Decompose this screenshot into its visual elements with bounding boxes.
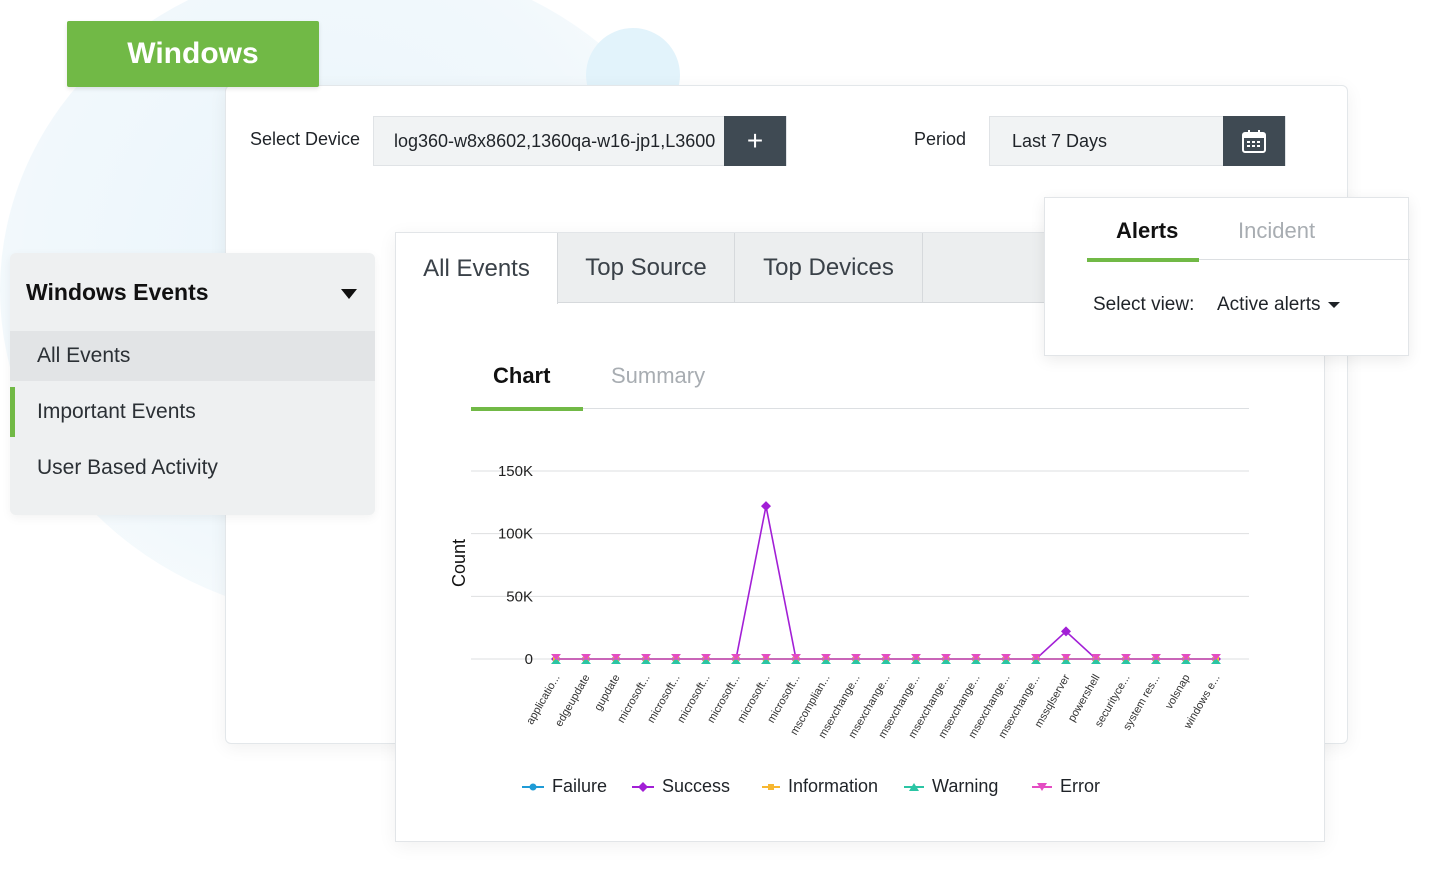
y-tick-label: 150K — [498, 463, 533, 480]
caret-down-icon — [1328, 301, 1341, 308]
y-axis-label: Count — [449, 539, 469, 587]
sidebar-item-all-events[interactable]: All Events — [10, 331, 375, 381]
y-tick-label: 0 — [525, 651, 533, 668]
tab-incident[interactable]: Incident — [1238, 218, 1315, 244]
legend-failure[interactable]: Failure — [522, 776, 607, 797]
period-selector[interactable]: Last 7 Days — [989, 116, 1286, 166]
windows-badge: Windows — [67, 21, 319, 87]
legend-label: Success — [662, 776, 731, 796]
legend-success-marker — [632, 781, 654, 792]
select-view-dropdown[interactable]: Active alerts — [1217, 294, 1341, 316]
data-point — [761, 501, 771, 512]
alerts-tab-active-indicator — [1087, 258, 1199, 262]
tab-alerts[interactable]: Alerts — [1116, 218, 1178, 244]
sidebar-item-user-based-activity[interactable]: User Based Activity — [10, 443, 375, 493]
period-value[interactable]: Last 7 Days — [990, 131, 1223, 152]
legend-error[interactable]: Error — [1032, 776, 1100, 797]
device-selector[interactable]: log360-w8x8602,1360qa-w16-jp1,L3600 + — [373, 116, 787, 166]
legend-label: Information — [788, 776, 879, 796]
sidebar-item-label: User Based Activity — [37, 456, 218, 479]
legend-error-marker — [1032, 782, 1052, 791]
legend-failure-marker — [522, 783, 544, 790]
windows-events-sidebar: Windows Events All Events Important Even… — [10, 253, 375, 515]
sidebar-item-label: All Events — [37, 344, 131, 367]
y-tick-label: 100K — [498, 526, 533, 543]
x-tick-label: gupdate — [592, 673, 622, 713]
select-view-label: Select view: — [1093, 294, 1195, 315]
legend-label: Warning — [932, 776, 999, 796]
legend-information[interactable]: Information — [762, 776, 878, 797]
legend-warning[interactable]: Warning — [904, 776, 998, 797]
legend-success[interactable]: Success — [632, 776, 730, 797]
legend-label: Error — [1060, 776, 1100, 796]
screen: Windows Select Device log360-w8x8602,136… — [0, 0, 1444, 878]
legend-warning-marker — [904, 782, 924, 791]
plus-icon: + — [746, 125, 764, 156]
sidebar-item-label: Important Events — [37, 400, 196, 423]
legend-label: Failure — [552, 776, 608, 796]
legend-information-marker — [762, 783, 780, 790]
x-tick-label: volsnap — [1163, 673, 1192, 712]
select-view-value: Active alerts — [1217, 294, 1321, 315]
select-device-label: Select Device — [250, 129, 361, 149]
y-tick-label: 50K — [506, 588, 533, 605]
sidebar-heading[interactable]: Windows Events — [26, 279, 209, 306]
period-label: Period — [914, 129, 967, 149]
sidebar-item-important-events[interactable]: Important Events — [10, 387, 375, 437]
alerts-panel: Alerts Incident Select view: Active aler… — [1044, 197, 1410, 356]
calendar-button[interactable] — [1223, 116, 1285, 166]
series-line-success — [556, 505, 1216, 660]
device-value[interactable]: log360-w8x8602,1360qa-w16-jp1,L3600 — [374, 131, 724, 152]
add-device-button[interactable]: + — [724, 116, 786, 166]
caret-down-icon[interactable] — [341, 289, 357, 299]
calendar-icon — [1242, 130, 1266, 153]
